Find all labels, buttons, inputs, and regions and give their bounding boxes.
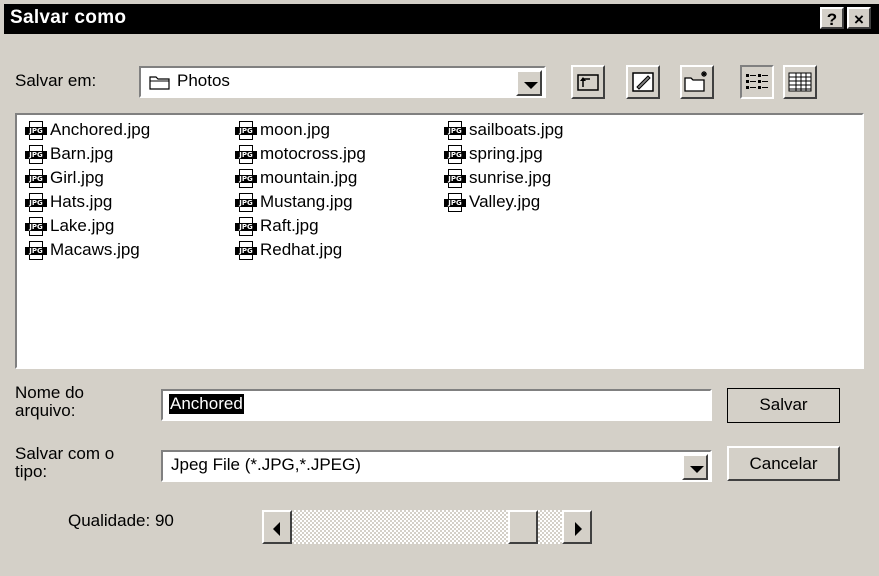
dialog-title: Salvar como [10,7,127,28]
jpg-file-icon: JPG [444,169,466,189]
jpg-file-icon: JPG [444,145,466,165]
chevron-down-icon [690,466,704,473]
save-in-dropdown-button[interactable] [516,70,542,96]
file-name: moon.jpg [260,120,330,139]
slider-thumb[interactable] [508,510,538,544]
new-folder-icon [684,71,707,92]
quality-slider[interactable] [262,510,594,544]
slider-left-button[interactable] [262,510,292,544]
arrow-left-icon [273,522,280,536]
help-button[interactable]: ? [820,7,844,29]
jpg-file-icon: JPG [235,217,257,237]
filename-value: Anchored [169,394,244,414]
file-name: Barn.jpg [50,144,114,163]
file-list[interactable]: JPG Anchored.jpg JPG Barn.jpg JPG Girl.jpg JPG… [15,113,864,369]
title-bar[interactable]: Salvar como ? × [4,4,879,34]
file-name: Mustang.jpg [260,192,353,211]
filename-input[interactable]: Anchored [161,389,712,421]
slider-right-button[interactable] [562,510,592,544]
desktop-icon [632,72,654,92]
jpg-file-icon: JPG [25,193,47,213]
jpg-file-icon: JPG [235,121,257,141]
file-name: Anchored.jpg [50,120,151,139]
filetype-dropdown-button[interactable] [682,454,708,480]
jpg-file-icon: JPG [25,169,47,189]
filetype-value: Jpeg File (*.JPG,*.JPEG) [171,455,361,474]
filename-label: Nome do arquivo: [15,383,84,420]
jpg-file-icon: JPG [235,241,257,261]
file-name: Girl.jpg [50,168,104,187]
jpg-file-icon: JPG [235,193,257,213]
file-name: Hats.jpg [50,192,113,211]
jpg-file-icon: JPG [25,121,47,141]
save-button[interactable]: Salvar [727,388,840,423]
desktop-button[interactable] [626,65,660,99]
file-name: Lake.jpg [50,216,115,235]
chevron-down-icon [524,82,538,89]
file-name: mountain.jpg [260,168,358,187]
list-view-icon [746,74,768,89]
file-name: sunrise.jpg [469,168,552,187]
arrow-right-icon [575,522,582,536]
file-name: spring.jpg [469,144,543,163]
new-folder-button[interactable] [680,65,714,99]
file-name: Redhat.jpg [260,240,343,259]
file-name: sailboats.jpg [469,120,564,139]
up-one-level-icon [577,74,599,91]
list-view-button[interactable] [740,65,774,99]
file-name: Macaws.jpg [50,240,140,259]
filetype-combobox[interactable]: Jpeg File (*.JPG,*.JPEG) [161,450,712,482]
file-name: Valley.jpg [469,192,541,211]
details-view-button[interactable] [783,65,817,99]
filetype-label: Salvar com o tipo: [15,444,115,481]
quality-label: Qualidade: 90 [68,511,174,530]
jpg-file-icon: JPG [444,193,466,213]
close-button[interactable]: × [847,7,871,29]
cancel-button-label: Cancelar [749,454,818,473]
up-one-level-button[interactable] [571,65,605,99]
jpg-file-icon: JPG [444,121,466,141]
save-as-dialog: Salvar como ? × Salvar em: Photos JPG An… [0,0,879,576]
folder-icon [149,74,171,90]
cancel-button[interactable]: Cancelar [727,446,840,481]
jpg-file-icon: JPG [25,217,47,237]
save-in-value: Photos [177,71,230,90]
jpg-file-icon: JPG [25,145,47,165]
save-button-label: Salvar [759,395,808,414]
save-in-label: Salvar em: [15,71,97,90]
save-in-combobox[interactable]: Photos [139,66,546,98]
jpg-file-icon: JPG [25,241,47,261]
jpg-file-icon: JPG [235,169,257,189]
file-name: motocross.jpg [260,144,366,163]
details-view-icon [788,72,812,92]
jpg-file-icon: JPG [235,145,257,165]
file-name: Raft.jpg [260,216,319,235]
